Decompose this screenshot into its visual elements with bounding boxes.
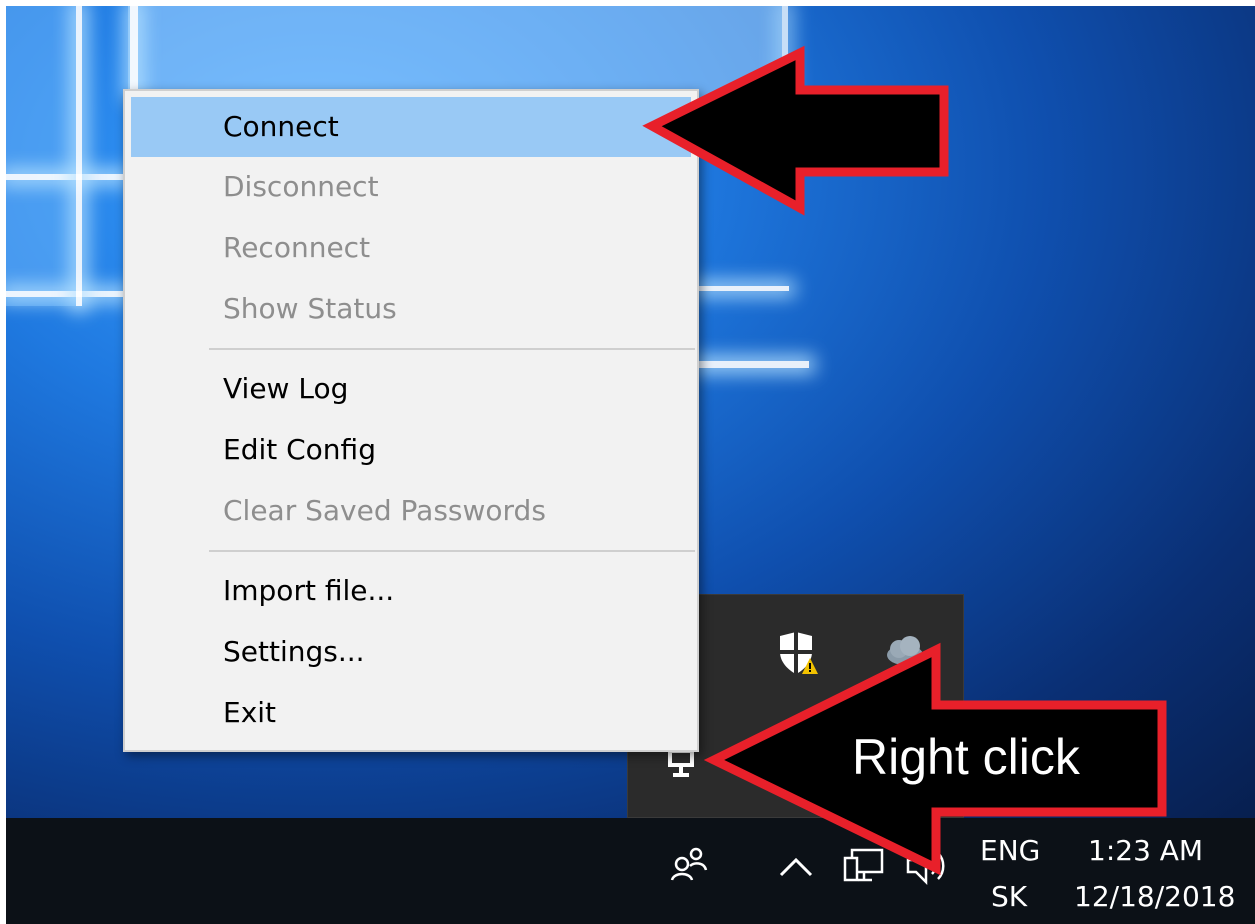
right-click-annotation-label: Right click [852,729,1080,785]
arrow-annotation-connect [642,45,949,216]
